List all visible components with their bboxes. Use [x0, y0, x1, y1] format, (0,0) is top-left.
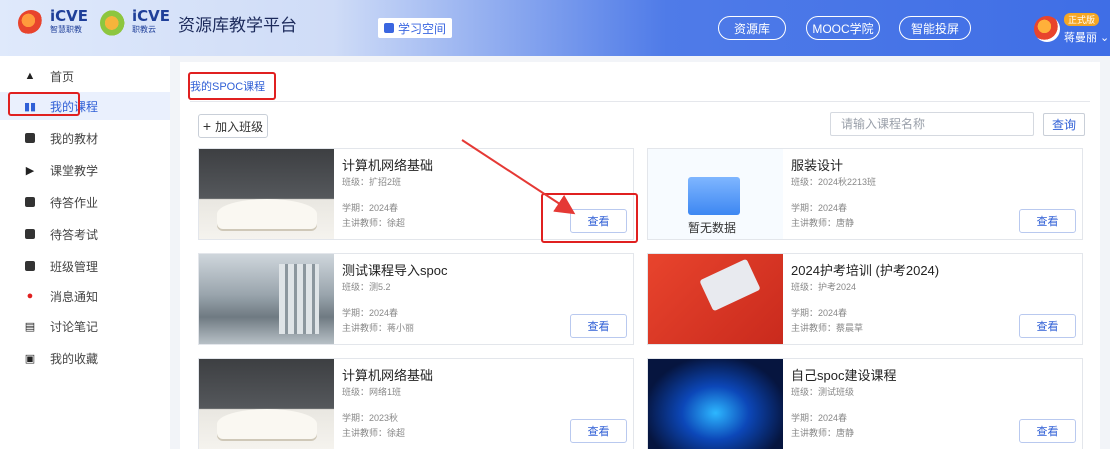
course-card[interactable]: 计算机网络基础 班级：网络1班 学期：2023秋 主讲教师：徐超 查看 [198, 358, 634, 449]
course-title: 服装设计 [791, 158, 844, 173]
view-button[interactable]: 查看 [1019, 314, 1076, 338]
nav-resource-library[interactable]: 资源库 [718, 16, 786, 40]
view-button[interactable]: 查看 [1019, 419, 1076, 443]
highlight-my-courses [8, 92, 80, 116]
highlight-view-button [541, 193, 638, 243]
course-class: 班级：测5.2 [342, 282, 391, 292]
course-term: 学期：2024春 [342, 308, 399, 318]
course-teacher: 主讲教师：唐静 [791, 218, 855, 228]
home-icon: ▲ [24, 70, 36, 82]
main-panel: 我的SPOC课程 + 加入班级 查询 计算机网络基础 班级：扩招2班 学期：20… [180, 62, 1100, 449]
zjy-logo-icon [100, 10, 127, 36]
course-thumbnail [199, 254, 334, 344]
join-class-button[interactable]: + 加入班级 [198, 114, 268, 138]
course-class: 班级：护考2024 [791, 282, 857, 292]
logo-text-2: iCVE 职教云 [132, 7, 171, 35]
user-badge: 正式版 [1064, 13, 1100, 26]
course-teacher: 主讲教师：蒋小丽 [342, 323, 415, 333]
user-name[interactable]: 蒋曼丽 ⌄ [1064, 29, 1109, 45]
sidebar-item-home[interactable]: ▲ 首页 [0, 62, 170, 90]
sidebar-item-exams[interactable]: 待答考试 [0, 220, 170, 248]
course-class: 班级：网络1班 [342, 387, 402, 397]
course-card[interactable]: 暂无数据 服装设计 班级：2024秋2213班 学期：2024春 主讲教师：唐静… [647, 148, 1083, 240]
class-icon [24, 260, 36, 272]
homework-icon [24, 196, 36, 208]
platform-title: 资源库教学平台 [178, 15, 298, 35]
sidebar-item-homework[interactable]: 待答作业 [0, 188, 170, 216]
course-search-input[interactable] [830, 112, 1034, 136]
course-term: 学期：2024春 [342, 203, 399, 213]
course-class: 班级：扩招2班 [342, 177, 402, 187]
study-space-icon [384, 23, 394, 33]
top-bar: iCVE 智慧职教 iCVE 职教云 资源库教学平台 学习空间 资源库 MOOC… [0, 0, 1110, 56]
course-term: 学期：2024春 [791, 413, 848, 423]
study-space-button[interactable]: 学习空间 [378, 18, 453, 38]
notification-icon: ● [26, 290, 34, 302]
nav-mooc[interactable]: MOOC学院 [806, 16, 880, 40]
course-thumbnail: 暂无数据 [648, 149, 783, 239]
textbook-icon [24, 132, 36, 144]
course-teacher: 主讲教师：徐超 [342, 218, 406, 228]
course-term: 学期：2024春 [791, 203, 848, 213]
view-button[interactable]: 查看 [570, 419, 627, 443]
sidebar-item-notifications[interactable]: ● 消息通知 [0, 282, 170, 310]
course-card[interactable]: 2024护考培训 (护考2024) 班级：护考2024 学期：2024春 主讲教… [647, 253, 1083, 345]
nav-smart-screen[interactable]: 智能投屏 [899, 16, 971, 40]
highlight-spoc-tab [188, 72, 276, 100]
course-thumbnail [199, 149, 334, 239]
course-teacher: 主讲教师：徐超 [342, 428, 406, 438]
course-thumbnail [199, 359, 334, 449]
exam-icon [24, 228, 36, 240]
tab-divider [190, 101, 1090, 102]
course-card[interactable]: 自己spoc建设课程 班级：测试班级 学期：2024春 主讲教师：唐静 查看 [647, 358, 1083, 449]
sidebar-item-classroom[interactable]: ▶ 课堂教学 [0, 156, 170, 184]
course-class: 班级：2024秋2213班 [791, 177, 877, 187]
classroom-icon: ▶ [25, 164, 35, 177]
icve-logo-icon [18, 10, 44, 36]
sidebar-item-favorites[interactable]: ▣ 我的收藏 [0, 344, 170, 372]
course-teacher: 主讲教师：唐静 [791, 428, 855, 438]
logo-group[interactable]: iCVE 智慧职教 iCVE 职教云 资源库教学平台 [18, 7, 298, 36]
view-button[interactable]: 查看 [570, 314, 627, 338]
course-thumbnail [648, 359, 783, 449]
course-teacher: 主讲教师：蔡晨草 [791, 323, 864, 333]
notes-icon: ▤ [24, 320, 36, 333]
course-thumbnail [648, 254, 783, 344]
course-title: 测试课程导入spoc [342, 263, 448, 278]
view-button[interactable]: 查看 [1019, 209, 1076, 233]
course-card[interactable]: 测试课程导入spoc 班级：测5.2 学期：2024春 主讲教师：蒋小丽 查看 [198, 253, 634, 345]
course-title: 计算机网络基础 [342, 158, 434, 173]
study-space-label: 学习空间 [398, 21, 447, 36]
sidebar-item-class-management[interactable]: 班级管理 [0, 252, 170, 280]
course-title: 2024护考培训 (护考2024) [791, 263, 940, 278]
sidebar-item-notes[interactable]: ▤ 讨论笔记 [0, 312, 170, 340]
course-title: 计算机网络基础 [342, 368, 434, 383]
favorites-icon: ▣ [24, 352, 36, 365]
user-avatar[interactable] [1034, 16, 1060, 42]
plus-icon: + [202, 118, 212, 134]
no-data-label: 暂无数据 [688, 221, 737, 235]
course-term: 学期：2024春 [791, 308, 848, 318]
logo-text-1: iCVE 智慧职教 [50, 7, 89, 35]
search-button[interactable]: 查询 [1043, 113, 1085, 136]
course-title: 自己spoc建设课程 [791, 368, 897, 383]
course-class: 班级：测试班级 [791, 387, 855, 397]
course-term: 学期：2023秋 [342, 413, 399, 423]
sidebar-item-my-textbooks[interactable]: 我的教材 [0, 124, 170, 152]
